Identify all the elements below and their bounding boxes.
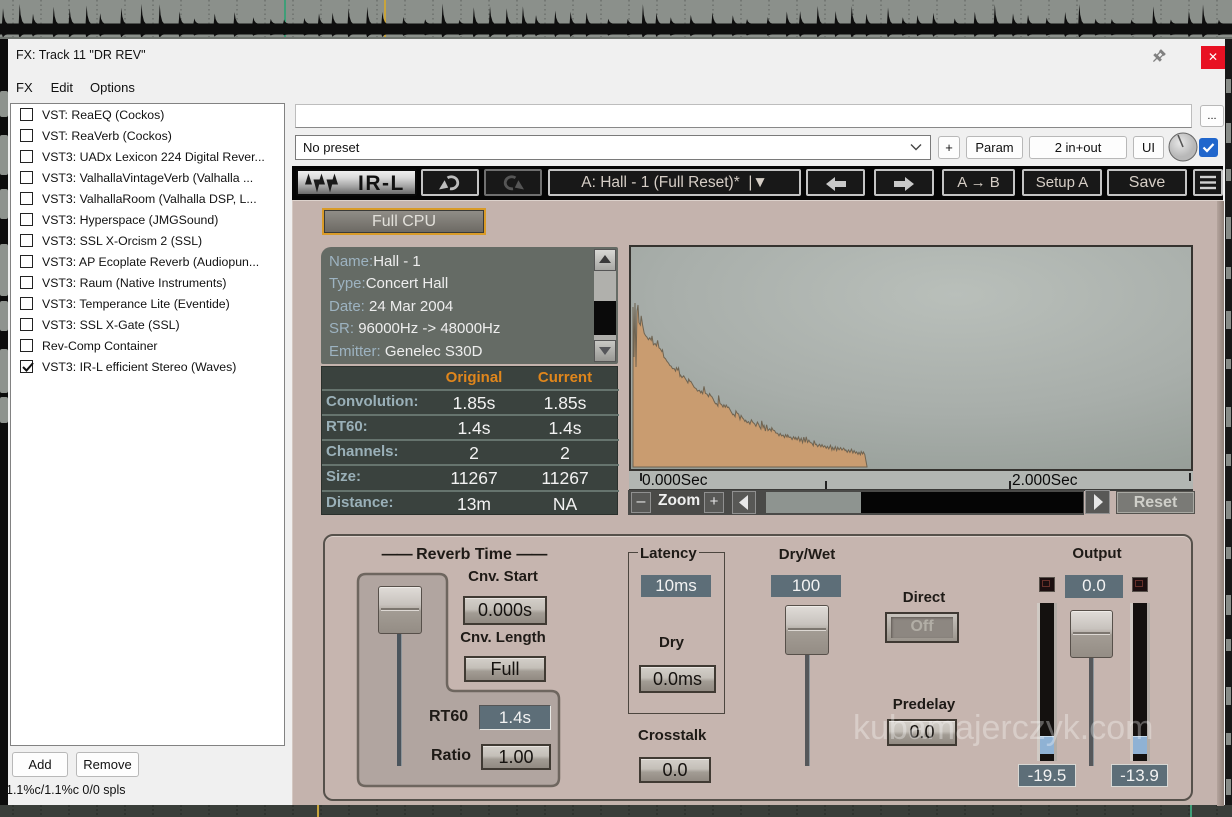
svg-text:IR-L: IR-L <box>358 172 405 194</box>
